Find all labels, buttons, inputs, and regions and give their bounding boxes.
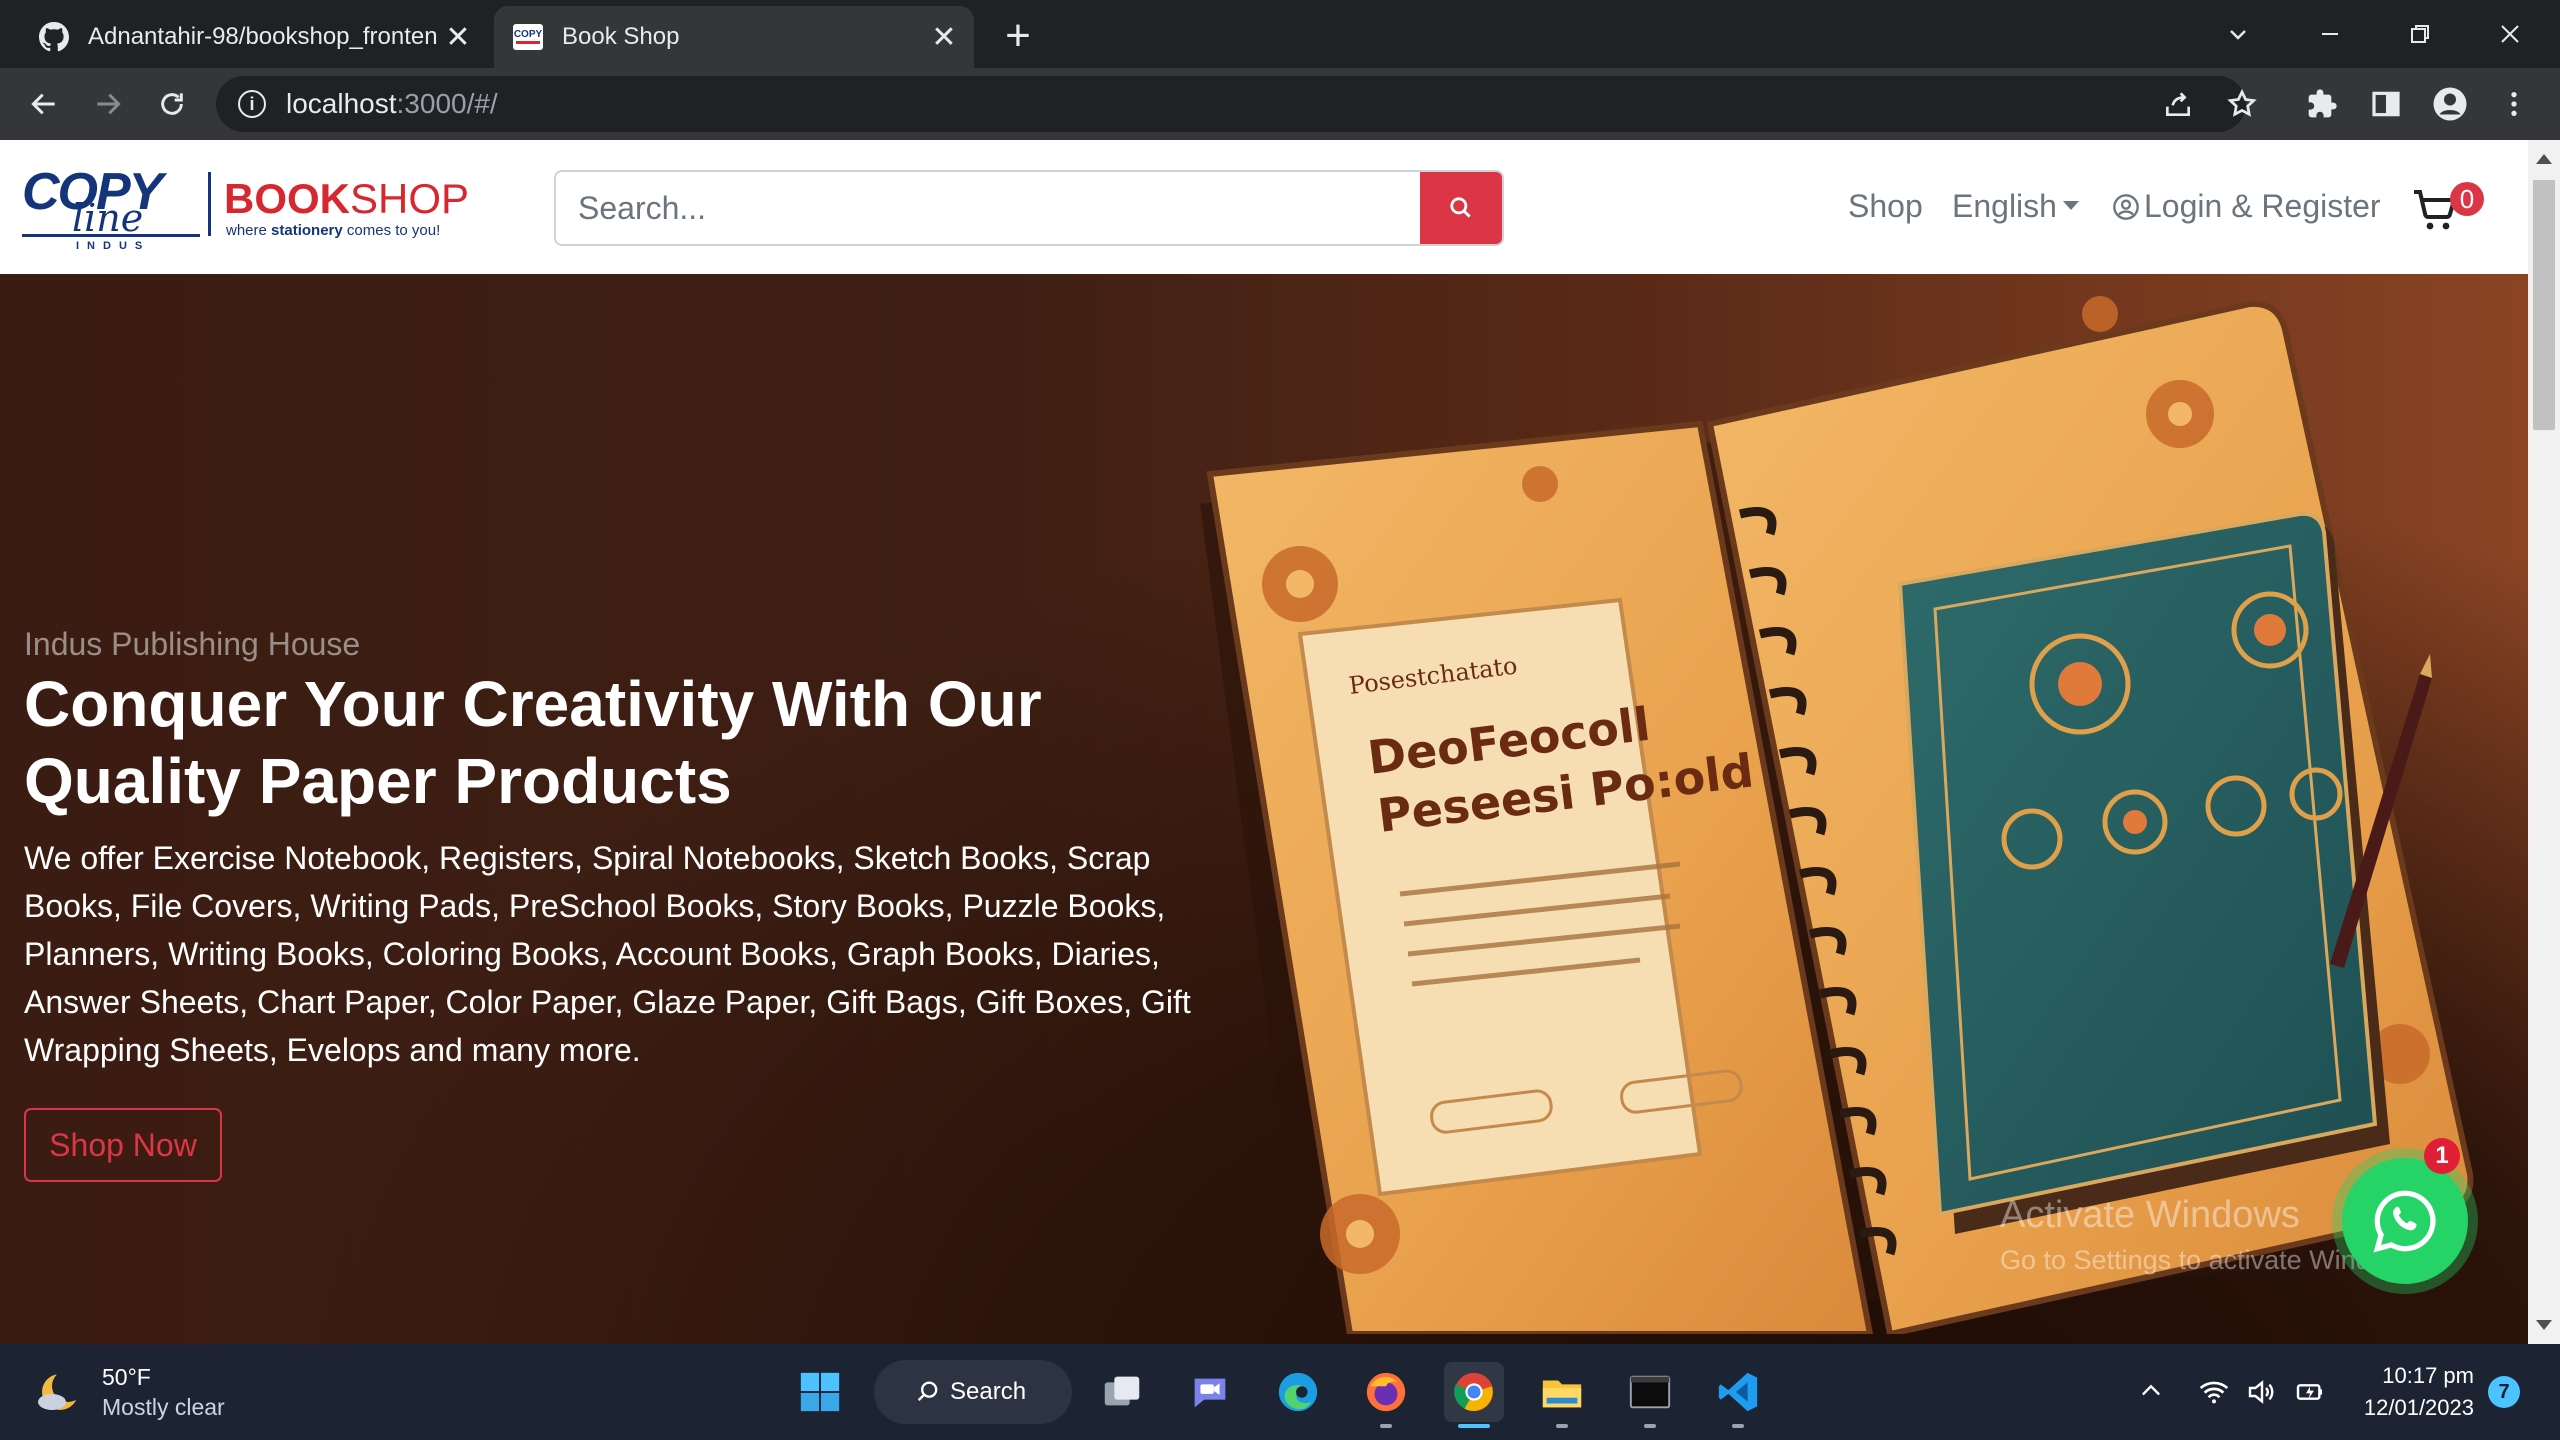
minimize-window-button[interactable] [2300, 10, 2360, 58]
hero-headline: Conquer Your Creativity With Our Quality… [24, 668, 1042, 817]
wifi-icon[interactable] [2196, 1374, 2232, 1410]
svg-text:COPY: COPY [514, 29, 543, 40]
nav-shop-link[interactable]: Shop [1848, 188, 1923, 225]
cart-count-badge: 0 [2450, 182, 2484, 216]
close-window-button[interactable] [2480, 10, 2540, 58]
whatsapp-icon [2373, 1190, 2436, 1253]
taskbar-search-label: Search [950, 1378, 1027, 1405]
weather-temp: 50°F [102, 1364, 151, 1390]
task-view-icon[interactable] [1092, 1362, 1152, 1422]
close-tab-icon[interactable]: ✕ [924, 17, 964, 57]
notification-count-badge[interactable]: 7 [2488, 1376, 2520, 1408]
file-explorer-icon[interactable] [1532, 1362, 1592, 1428]
tagline: where stationery comes to you! [226, 222, 440, 239]
site-header: COPY line INDUS BOOKSHOP where stationer… [0, 140, 2528, 274]
logo-divider [208, 172, 211, 236]
active-indicator [1458, 1424, 1490, 1428]
side-panel-icon[interactable] [2364, 82, 2408, 126]
site-info-icon[interactable]: i [238, 90, 266, 118]
page-viewport: COPY line INDUS BOOKSHOP where stationer… [0, 140, 2560, 1344]
scrollbar-thumb[interactable] [2533, 180, 2555, 430]
whatsapp-badge: 1 [2424, 1138, 2460, 1174]
search-icon [917, 1381, 938, 1401]
teams-chat-icon[interactable] [1180, 1362, 1240, 1422]
github-icon [38, 21, 70, 53]
page-scrollbar[interactable] [2528, 140, 2560, 1344]
search-input[interactable] [556, 172, 1422, 244]
language-dropdown[interactable]: English [1952, 188, 2079, 225]
language-label: English [1952, 188, 2057, 224]
shop-now-button[interactable]: Shop Now [24, 1108, 222, 1182]
running-indicator [1556, 1424, 1568, 1428]
login-register-link[interactable]: Login & Register [2112, 188, 2381, 225]
copyline-favicon-icon: COPY [512, 21, 544, 53]
running-indicator [1732, 1424, 1744, 1428]
reload-button[interactable] [150, 82, 194, 126]
bookshop-wordmark: BOOKSHOP [224, 176, 469, 222]
url-path: :3000/#/ [396, 88, 498, 119]
show-hidden-icons-chevron-icon[interactable] [2134, 1374, 2168, 1408]
chrome-icon[interactable] [1444, 1362, 1504, 1428]
vscode-icon[interactable] [1708, 1362, 1768, 1428]
scroll-down-arrow-icon[interactable] [2536, 1320, 2552, 1330]
copyline-bookshop-logo[interactable]: COPY line INDUS BOOKSHOP where stationer… [22, 166, 482, 256]
taskbar-search-button[interactable]: Search [874, 1360, 1072, 1424]
bookmark-star-icon[interactable] [2220, 82, 2264, 126]
notebook-illustration: Posestchatato DeoFeocoll Peseesi Po:old [1200, 296, 2474, 1334]
browser-tab-bar: Adnantahir-98/bookshop_frontend ✕ COPY B… [0, 0, 2560, 68]
hero-banner: Indus Publishing House Conquer Your Crea… [0, 274, 2528, 1344]
clock-date: 12/01/2023 [2363, 1395, 2474, 1420]
hero-description: We offer Exercise Notebook, Registers, S… [24, 840, 1191, 1068]
windows-start-icon[interactable] [790, 1362, 850, 1422]
search-icon [1450, 197, 1471, 218]
login-label: Login & Register [2144, 188, 2381, 224]
url-host: localhost [286, 88, 397, 119]
brand-bold: BOOK [224, 175, 350, 222]
battery-charging-icon[interactable] [2292, 1374, 2328, 1410]
forward-button[interactable] [86, 82, 130, 126]
tab-title: Book Shop [562, 23, 680, 50]
tab-github[interactable]: Adnantahir-98/bookshop_frontend ✕ [20, 6, 488, 68]
logo-indus-text: INDUS [76, 240, 151, 252]
browser-toolbar: i localhost:3000/#/ [0, 68, 2560, 140]
hero-eyebrow: Indus Publishing House [24, 626, 361, 662]
tab-title: Adnantahir-98/bookshop_frontend [88, 23, 438, 50]
user-circle-icon [2113, 194, 2139, 220]
tab-book-shop[interactable]: COPY Book Shop ✕ [494, 6, 974, 68]
close-tab-icon[interactable]: ✕ [438, 17, 478, 57]
share-icon[interactable] [2156, 82, 2200, 126]
windows-taskbar: 50°F Mostly clear Search 10:17 pm 12/01/… [0, 1344, 2560, 1440]
weather-condition: Mostly clear [102, 1394, 225, 1420]
tagline-pre: where [226, 222, 272, 239]
back-button[interactable] [22, 82, 66, 126]
url-text: localhost:3000/#/ [286, 88, 498, 120]
logo-underline [22, 234, 200, 237]
search-box [554, 170, 1504, 246]
tab-search-chevron-icon[interactable] [2208, 10, 2268, 58]
firefox-icon[interactable] [1356, 1362, 1416, 1428]
search-button[interactable] [1420, 172, 1502, 244]
weather-widget[interactable]: 50°F Mostly clear [34, 1360, 294, 1424]
address-bar[interactable]: i localhost:3000/#/ [216, 76, 2246, 132]
moon-cloud-icon [38, 1370, 84, 1410]
scroll-up-arrow-icon[interactable] [2536, 154, 2552, 164]
edge-browser-icon[interactable] [1268, 1362, 1328, 1422]
clock-time: 10:17 pm [2382, 1363, 2474, 1388]
tagline-bold: stationery [271, 222, 343, 239]
browser-menu-icon[interactable] [2492, 82, 2536, 126]
running-indicator [1644, 1424, 1656, 1428]
extensions-puzzle-icon[interactable] [2300, 82, 2344, 126]
caret-down-icon [2062, 201, 2079, 211]
system-clock[interactable]: 10:17 pm 12/01/2023 [2344, 1360, 2474, 1424]
restore-window-button[interactable] [2390, 10, 2450, 58]
copyline-logo: COPY line INDUS [22, 166, 202, 256]
whatsapp-chat-button[interactable] [2342, 1158, 2468, 1284]
tagline-post: comes to you! [342, 222, 441, 239]
profile-avatar-icon[interactable] [2428, 82, 2472, 126]
volume-icon[interactable] [2244, 1374, 2280, 1410]
running-indicator [1380, 1424, 1392, 1428]
terminal-icon[interactable] [1620, 1362, 1680, 1428]
new-tab-button[interactable]: + [994, 14, 1042, 62]
brand-light: SHOP [350, 175, 470, 222]
